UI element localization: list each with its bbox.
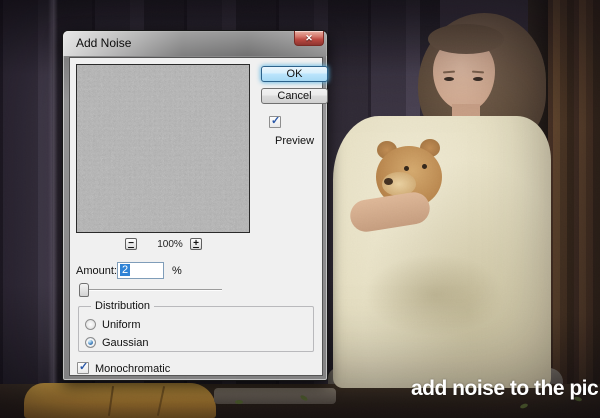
distribution-group: Distribution Uniform Gaussian [78,306,314,352]
dialog-title: Add Noise [76,36,131,50]
zoom-level: 100% [148,239,192,250]
dialog-client-area: − 100% + Amount: 2 % Distribution Unifor… [69,57,323,376]
radio-uniform-label: Uniform [102,319,141,331]
check-icon: ✓ [271,114,280,127]
zoom-in-button[interactable]: + [190,238,202,250]
plus-icon: + [193,238,199,249]
preview-checkbox[interactable]: ✓Preview [269,113,322,126]
amount-label: Amount: [76,265,117,277]
noise-preview-pane[interactable] [76,64,250,233]
zoom-out-button[interactable]: − [125,238,137,250]
close-icon: ✕ [295,31,323,45]
monochromatic-checkbox[interactable]: ✓ Monochromatic [77,359,170,372]
close-button[interactable]: ✕ [294,31,324,46]
check-icon: ✓ [79,360,88,373]
monochromatic-label: Monochromatic [95,363,170,375]
ok-button[interactable]: OK [261,66,328,82]
radio-gaussian-label: Gaussian [102,337,148,349]
caption-text: add noise to the pic [411,377,598,401]
radio-uniform[interactable]: Uniform [85,315,141,328]
noise-preview-image [77,65,249,232]
cancel-button[interactable]: Cancel [261,88,328,104]
preview-label: Preview [275,135,314,147]
amount-value: 2 [120,264,130,276]
monochromatic-checkbox-box[interactable]: ✓ [77,362,89,374]
add-noise-dialog: Add Noise ✕ [62,30,328,381]
preview-checkbox-box[interactable]: ✓ [269,116,281,128]
amount-unit: % [172,265,182,277]
minus-icon: − [128,238,134,249]
dialog-titlebar[interactable]: Add Noise ✕ [63,31,327,56]
amount-slider-thumb[interactable] [79,283,89,297]
amount-slider-track[interactable] [80,289,222,291]
radio-uniform-circle[interactable] [85,319,96,330]
photoshop-canvas: add noise to the pic Add Noise ✕ [0,0,600,418]
radio-gaussian-circle[interactable] [85,337,96,348]
radio-gaussian[interactable]: Gaussian [85,333,148,346]
amount-input[interactable]: 2 [117,262,164,279]
distribution-legend: Distribution [91,300,154,312]
